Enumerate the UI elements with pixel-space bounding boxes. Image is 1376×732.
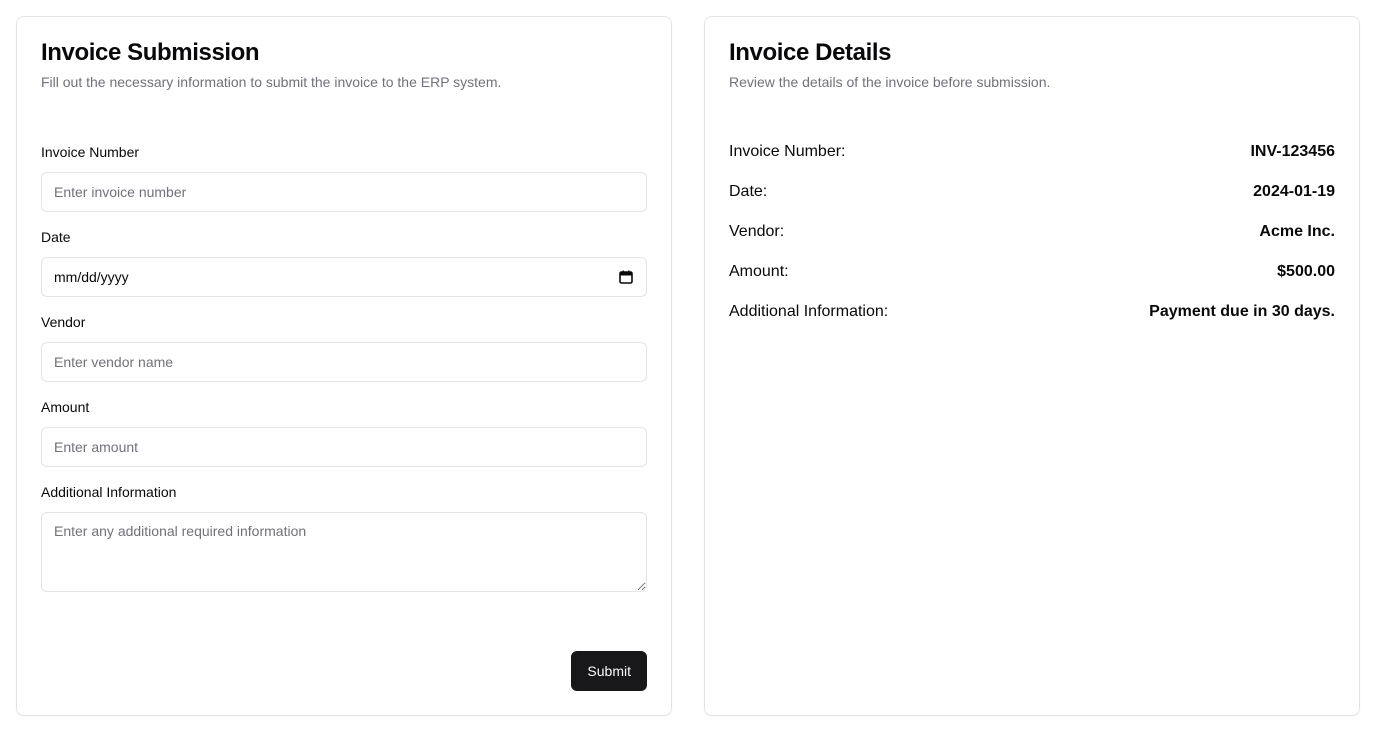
detail-label: Date:	[729, 183, 768, 200]
date-input-text: mm/dd/yyyy	[54, 269, 129, 285]
detail-value: INV-123456	[1250, 143, 1335, 160]
detail-label: Additional Information:	[729, 303, 889, 320]
submission-card-description: Fill out the necessary information to su…	[41, 74, 502, 90]
detail-label: Vendor:	[729, 223, 785, 240]
amount-field-group: Amount	[41, 398, 647, 467]
detail-value: 2024-01-19	[1253, 183, 1335, 200]
submission-card-title: Invoice Submission	[41, 39, 260, 66]
invoice-details-card: Invoice Details Review the details of th…	[704, 16, 1360, 716]
calendar-icon[interactable]	[618, 269, 634, 285]
detail-label: Amount:	[729, 263, 789, 280]
invoice-number-field-group: Invoice Number	[41, 143, 647, 212]
submission-card-header: Invoice Submission Fill out the necessar…	[41, 39, 647, 91]
vendor-input[interactable]	[41, 342, 647, 382]
additional-info-textarea[interactable]	[41, 512, 647, 592]
invoice-form: Invoice Number Date mm/dd/yyyy	[41, 143, 647, 608]
detail-value: Payment due in 30 days.	[1149, 303, 1335, 320]
additional-info-label: Additional Information	[41, 484, 177, 500]
detail-row-invoice-number: Invoice Number: INV-123456	[729, 141, 1335, 163]
vendor-field-group: Vendor	[41, 313, 647, 382]
invoice-number-input[interactable]	[41, 172, 647, 212]
details-card-header: Invoice Details Review the details of th…	[729, 39, 1335, 91]
amount-label: Amount	[41, 399, 90, 415]
date-input[interactable]: mm/dd/yyyy	[41, 257, 647, 297]
detail-row-additional-info: Additional Information: Payment due in 3…	[729, 301, 1335, 323]
vendor-label: Vendor	[41, 314, 86, 330]
detail-row-amount: Amount: $500.00	[729, 261, 1335, 283]
detail-value: Acme Inc.	[1259, 223, 1335, 240]
detail-label: Invoice Number:	[729, 143, 846, 160]
details-card-title: Invoice Details	[729, 39, 892, 66]
details-card-description: Review the details of the invoice before…	[729, 74, 1051, 90]
date-label: Date	[41, 229, 71, 245]
additional-info-field-group: Additional Information	[41, 483, 647, 592]
amount-input[interactable]	[41, 427, 647, 467]
detail-row-vendor: Vendor: Acme Inc.	[729, 221, 1335, 243]
invoice-number-label: Invoice Number	[41, 144, 140, 160]
detail-row-date: Date: 2024-01-19	[729, 181, 1335, 203]
detail-value: $500.00	[1277, 263, 1335, 280]
page: Invoice Submission Fill out the necessar…	[0, 0, 1376, 732]
date-field-group: Date mm/dd/yyyy	[41, 228, 647, 297]
submit-button[interactable]: Submit	[571, 651, 647, 691]
invoice-details-list: Invoice Number: INV-123456 Date: 2024-01…	[729, 141, 1335, 341]
invoice-submission-card: Invoice Submission Fill out the necessar…	[16, 16, 672, 716]
